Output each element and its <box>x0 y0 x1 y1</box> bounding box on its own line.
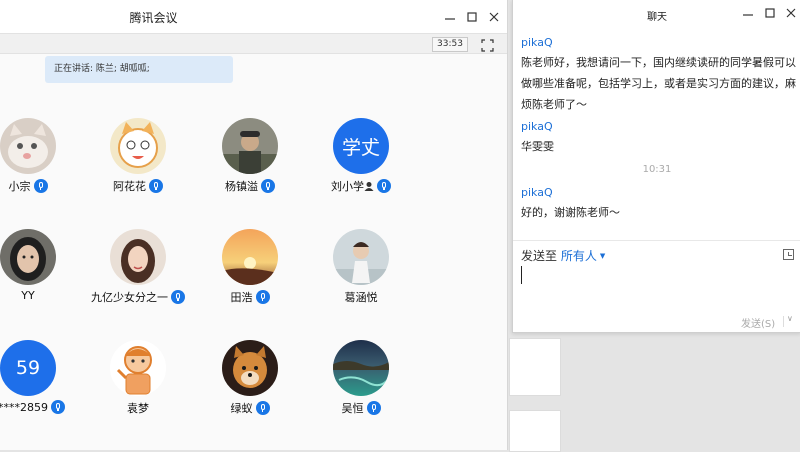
message-text: 华雯雯 <box>521 140 554 153</box>
avatar: 学𠀋 <box>333 118 389 174</box>
mic-icon <box>261 179 275 193</box>
chat-window: 聊天 pikaQ 陈老师好，我想请问一下，国内继续读研的同学暑假可以做哪些准备呢… <box>512 0 800 333</box>
minimize-icon[interactable] <box>442 9 458 25</box>
minimize-icon[interactable] <box>740 6 756 22</box>
participant-name: 田浩 <box>190 289 310 305</box>
chat-messages: pikaQ 陈老师好，我想请问一下，国内继续读研的同学暑假可以做哪些准备呢，包括… <box>513 28 800 240</box>
message-text: 好的，谢谢陈老师～ <box>521 206 620 219</box>
participant-name: 绿蚁 <box>190 400 310 416</box>
participant-tile[interactable]: 九亿少女分之一 <box>78 229 198 309</box>
avatar <box>0 229 56 285</box>
chat-title: 聊天 <box>647 12 667 23</box>
avatar <box>110 118 166 174</box>
participant-tile[interactable]: 田浩 <box>190 229 310 309</box>
participant-tile[interactable]: 小宗 <box>0 118 88 198</box>
message-sender: pikaQ <box>521 186 553 199</box>
send-to-label: 发送至 <box>521 249 558 263</box>
participant-name: 小宗 <box>0 178 88 194</box>
avatar <box>0 118 56 174</box>
mic-icon <box>51 400 65 414</box>
participant-tile[interactable]: 杨镇溢 <box>190 118 310 198</box>
close-icon[interactable] <box>486 9 502 25</box>
background-window <box>509 410 561 452</box>
send-button[interactable]: 发送(S) <box>741 315 775 330</box>
speaking-indicator: 正在讲话: 陈兰; 胡呱呱; <box>45 56 233 83</box>
avatar <box>222 340 278 396</box>
maximize-icon[interactable] <box>464 9 480 25</box>
mic-icon <box>171 290 185 304</box>
participant-tile[interactable]: 绿蚁 <box>190 340 310 420</box>
meeting-title: 腾讯会议 <box>129 11 178 25</box>
meeting-toolbar: 33:53 <box>0 33 507 54</box>
participant-tile[interactable]: 59 3****2859 <box>0 340 88 420</box>
chat-message: pikaQ 陈老师好，我想请问一下，国内继续读研的同学暑假可以做哪些准备呢，包括… <box>521 35 797 115</box>
message-timestamp: 10:31 <box>642 164 672 175</box>
participant-tile[interactable]: 阿花花 <box>78 118 198 198</box>
send-to-selector[interactable]: 发送至 所有人 ▼ <box>521 247 605 264</box>
participant-name: 九亿少女分之一 <box>78 289 198 305</box>
chevron-down-icon[interactable]: ∨ <box>787 314 793 323</box>
divider <box>783 316 784 327</box>
avatar: 59 <box>0 340 56 396</box>
participant-tile[interactable]: 葛涵悦 <box>301 229 421 309</box>
avatar <box>222 229 278 285</box>
mic-icon <box>377 179 391 193</box>
fullscreen-icon[interactable] <box>481 37 494 52</box>
meeting-window: 腾讯会议 33:53 正在讲话: 陈兰; 胡呱呱; 小宗 阿花花 杨镇溢 学𠀋 … <box>0 0 508 450</box>
participant-name: 吴恒 <box>301 400 421 416</box>
maximize-icon[interactable] <box>762 6 778 22</box>
participant-name: 3****2859 <box>0 400 88 414</box>
user-icon <box>364 181 374 191</box>
message-input[interactable] <box>521 266 522 284</box>
participant-tile[interactable]: YY <box>0 229 88 309</box>
participant-tile[interactable]: 吴恒 <box>301 340 421 420</box>
avatar <box>222 118 278 174</box>
message-sender: pikaQ <box>521 36 553 49</box>
send-to-value[interactable]: 所有人 <box>561 249 597 263</box>
participant-name: 杨镇溢 <box>190 178 310 194</box>
chat-message: pikaQ 好的，谢谢陈老师～ <box>521 185 797 223</box>
meeting-titlebar: 腾讯会议 <box>0 0 507 33</box>
mic-icon <box>149 179 163 193</box>
caret-down-icon[interactable]: ▼ <box>600 252 605 260</box>
participant-name: 阿花花 <box>78 178 198 194</box>
participant-tile[interactable]: 学𠀋 刘小学 <box>301 118 421 198</box>
participant-tile[interactable]: 袁梦 <box>78 340 198 420</box>
avatar <box>333 229 389 285</box>
avatar <box>110 340 166 396</box>
avatar <box>110 229 166 285</box>
chat-message: pikaQ 华雯雯 <box>521 119 797 157</box>
avatar <box>333 340 389 396</box>
mic-icon <box>366 401 381 415</box>
popout-icon[interactable] <box>783 249 794 260</box>
meeting-timer: 33:53 <box>432 37 468 52</box>
message-text: 陈老师好，我想请问一下，国内继续读研的同学暑假可以做哪些准备呢，包括学习上，或者… <box>521 56 796 111</box>
close-icon[interactable] <box>783 6 799 22</box>
mic-icon <box>255 401 270 415</box>
mic-icon <box>33 179 48 193</box>
chat-titlebar: 聊天 <box>513 0 800 28</box>
participant-name: 袁梦 <box>127 402 149 415</box>
participant-name: YY <box>21 289 35 302</box>
background-window <box>509 338 561 396</box>
chat-compose: 发送至 所有人 ▼ 发送(S) ∨ <box>513 240 800 333</box>
participant-name: 刘小学 <box>301 178 421 194</box>
message-sender: pikaQ <box>521 120 553 133</box>
participant-name: 葛涵悦 <box>344 291 378 304</box>
mic-icon <box>255 290 270 304</box>
